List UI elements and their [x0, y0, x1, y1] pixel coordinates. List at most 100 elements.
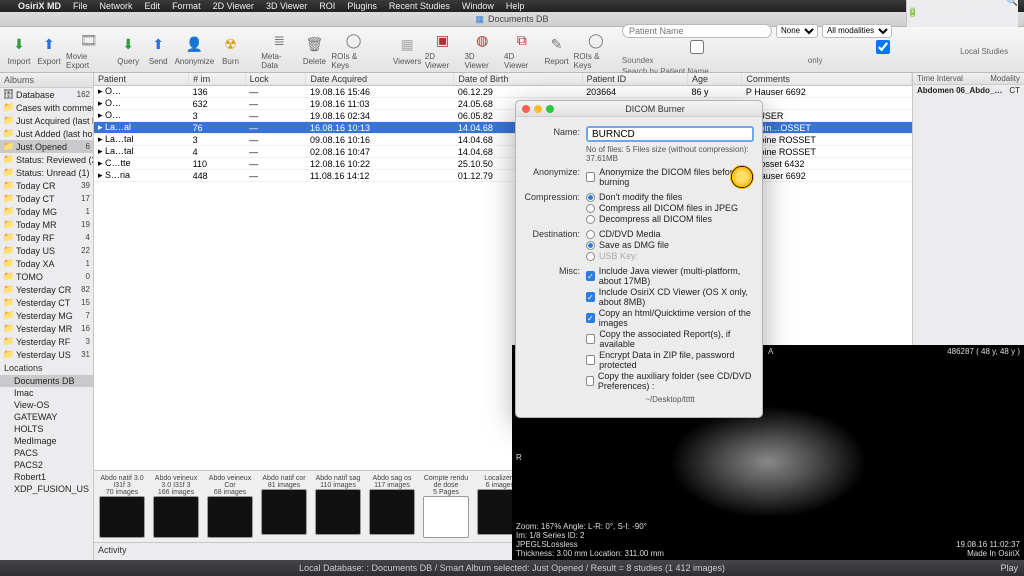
series-thumb[interactable]: Abdo natif 3.0 I31f 370 images [98, 475, 146, 538]
album-item[interactable]: 📁Yesterday MG7 [0, 309, 93, 322]
location-item[interactable]: Imac [0, 387, 93, 399]
column-header[interactable]: Comments [742, 73, 912, 86]
toolbar-2dviewer[interactable]: ▣2D Viewer [425, 29, 461, 70]
minimize-button[interactable] [534, 105, 542, 113]
album-item[interactable]: 📁Just Opened6 [0, 140, 93, 153]
radio-compression[interactable]: Decompress all DICOM files [586, 214, 754, 224]
spotlight-icon[interactable]: 🔍 ≡ [1007, 0, 1018, 17]
column-header[interactable]: Age [688, 73, 742, 86]
location-item[interactable]: Documents DB [0, 375, 93, 387]
album-item[interactable]: 📁Today MR19 [0, 218, 93, 231]
study-row[interactable]: ▸ O…632—19.08.16 11:0324.05.6848628748 y [94, 98, 912, 110]
column-header[interactable]: Patient [94, 73, 189, 86]
series-thumb[interactable]: Abdo veineux 3.0 I31f 3166 images [152, 475, 200, 538]
album-item[interactable]: 📁TOMO0 [0, 270, 93, 283]
radio-destination[interactable]: CD/DVD Media [586, 229, 754, 239]
menu-help[interactable]: Help [506, 1, 525, 11]
menu-network[interactable]: Network [100, 1, 133, 11]
album-item[interactable]: 📁Status: Unread (1)3 [0, 166, 93, 179]
album-item[interactable]: 📁Today US22 [0, 244, 93, 257]
study-row[interactable]: ▸ O…3—19.08.16 02:3406.05.8217689834 yHA… [94, 110, 912, 122]
album-item[interactable]: 📁Today CT17 [0, 192, 93, 205]
series-thumb[interactable]: Abdo veineux Cor68 images [206, 475, 254, 538]
toolbar-4dviewer[interactable]: ⧉4D Viewer [504, 29, 540, 70]
checkbox-soundex[interactable]: Soundex [622, 40, 800, 65]
column-header[interactable]: Date Acquired [306, 73, 454, 86]
burn-icon[interactable] [730, 165, 754, 189]
column-header[interactable]: Date of Birth [454, 73, 582, 86]
checkbox-anonymize[interactable]: Anonymize the DICOM files before burning [586, 167, 754, 187]
location-item[interactable]: XDP_FUSION_US [0, 483, 93, 495]
album-item[interactable]: 📁Status: Reviewed (2) [0, 153, 93, 166]
toolbar-metadata[interactable]: ≣Meta-Data [261, 29, 297, 70]
checkbox-misc[interactable]: Encrypt Data in ZIP file, password prote… [586, 350, 754, 370]
album-item[interactable]: 📁Today CR39 [0, 179, 93, 192]
menu-format[interactable]: Format [172, 1, 201, 11]
study-row[interactable]: ▸ O…136—19.08.16 15:4606.12.2920366486 y… [94, 86, 912, 98]
album-item[interactable]: 📁Today MG1 [0, 205, 93, 218]
radio-compression[interactable]: Compress all DICOM files in JPEG [586, 203, 754, 213]
checkbox-local-only[interactable]: Local Studies only [808, 40, 1018, 65]
location-item[interactable]: MedImage [0, 435, 93, 447]
checkbox-misc[interactable]: ✓Include OsiriX CD Viewer (OS X only, ab… [586, 287, 754, 307]
close-button[interactable] [522, 105, 530, 113]
album-item[interactable]: 📁Today XA1 [0, 257, 93, 270]
album-item[interactable]: 📁Today RF4 [0, 231, 93, 244]
location-item[interactable]: GATEWAY [0, 411, 93, 423]
toolbar-movie[interactable]: 🎞Movie Export [66, 29, 111, 70]
toolbar-delete[interactable]: 🗑Delete [301, 34, 327, 66]
app-name[interactable]: OsiriX MD [18, 1, 61, 11]
radio-destination[interactable]: Save as DMG file [586, 240, 754, 250]
menu-file[interactable]: File [73, 1, 88, 11]
toolbar-query[interactable]: ⬇Query [115, 34, 141, 66]
album-item[interactable]: 📁Yesterday CT15 [0, 296, 93, 309]
series-thumb[interactable]: Abdo natif sag110 images [314, 475, 362, 538]
location-item[interactable]: Robert1 [0, 471, 93, 483]
checkbox-misc[interactable]: ✓Include Java viewer (multi-platform, ab… [586, 266, 754, 286]
album-item[interactable]: 🗄Database162 [0, 88, 93, 101]
study-row[interactable]: ▸ S…ria448—11.08.16 14:1201.12.793356183… [94, 170, 912, 182]
play-button[interactable]: Play [1000, 563, 1018, 573]
toolbar-3dviewer[interactable]: ◍3D Viewer [464, 29, 500, 70]
toolbar-rois[interactable]: ◯ROIs & Keys [331, 29, 375, 70]
location-item[interactable]: PACS2 [0, 459, 93, 471]
study-row[interactable]: ▸ La…al76—16.08.16 10:1314.04.6855438548… [94, 122, 912, 134]
album-item[interactable]: 📁Yesterday CR82 [0, 283, 93, 296]
toolbar-roisk[interactable]: ◯ROIs & Keys [574, 29, 618, 70]
search-input[interactable] [622, 24, 772, 38]
select-none[interactable]: None [776, 24, 818, 38]
menu-plugins[interactable]: Plugins [347, 1, 377, 11]
album-item[interactable]: 📁Just Added (last hour)3 [0, 127, 93, 140]
menu-recent[interactable]: Recent Studies [389, 1, 450, 11]
menu-2d[interactable]: 2D Viewer [213, 1, 254, 11]
select-modality[interactable]: All modalities [822, 24, 892, 38]
checkbox-misc[interactable]: ✓Copy an html/Quicktime version of the i… [586, 308, 754, 328]
checkbox-misc[interactable]: Copy the auxiliary folder (see CD/DVD Pr… [586, 371, 754, 391]
menubar-user[interactable]: admin [972, 1, 997, 11]
location-item[interactable]: PACS [0, 447, 93, 459]
toolbar-import[interactable]: ⬇Import [6, 34, 32, 66]
series-thumb[interactable]: Abdo natif cor81 images [260, 475, 308, 538]
menu-roi[interactable]: ROI [319, 1, 335, 11]
toolbar-send[interactable]: ⬆Send [145, 34, 171, 66]
menu-window[interactable]: Window [462, 1, 494, 11]
album-item[interactable]: 📁Yesterday RF3 [0, 335, 93, 348]
location-item[interactable]: HOLTS [0, 423, 93, 435]
series-thumb[interactable]: Compte rendu de dose5 Pages [422, 475, 470, 538]
album-item[interactable]: 📁Cases with comments [0, 101, 93, 114]
column-header[interactable]: Patient ID [582, 73, 687, 86]
toolbar-anonymize[interactable]: 👤Anonymize [175, 34, 213, 66]
menu-edit[interactable]: Edit [145, 1, 161, 11]
study-row[interactable]: ▸ C…tte110—12.08.16 10:2225.10.503786946… [94, 158, 912, 170]
series-thumb[interactable]: Abdo sag os117 images [368, 475, 416, 538]
column-header[interactable]: # im [189, 73, 246, 86]
album-item[interactable]: 📁Yesterday US31 [0, 348, 93, 361]
album-item[interactable]: 📁Just Acquired (last hour)10 [0, 114, 93, 127]
zoom-button[interactable] [546, 105, 554, 113]
album-item[interactable]: 📁Yesterday MR16 [0, 322, 93, 335]
tab-documents-db[interactable]: ▦ Documents DB [465, 14, 558, 25]
toolbar-report[interactable]: ✎Report [544, 34, 570, 66]
toolbar-viewers[interactable]: ▦Viewers [393, 34, 420, 66]
menu-3d[interactable]: 3D Viewer [266, 1, 307, 11]
radio-compression[interactable]: Don't modify the files [586, 192, 754, 202]
